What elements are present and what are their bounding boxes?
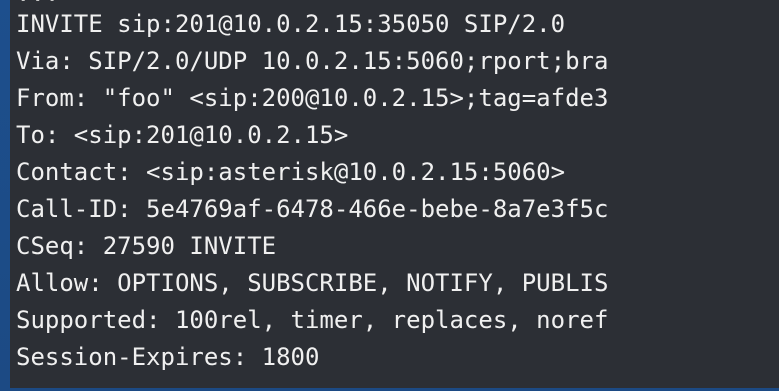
terminal-line: Allow: OPTIONS, SUBSCRIBE, NOTIFY, PUBLI…: [16, 269, 609, 297]
terminal-line-cut: ...: [16, 0, 59, 8]
terminal-line: CSeq: 27590 INVITE: [16, 232, 277, 260]
terminal-line: Session-Expires: 1800: [16, 343, 320, 371]
screen-frame: ... INVITE sip:201@10.0.2.15:35050 SIP/2…: [0, 0, 779, 391]
terminal-line: Via: SIP/2.0/UDP 10.0.2.15:5060;rport;br…: [16, 47, 609, 75]
terminal-line: Call-ID: 5e4769af-6478-466e-bebe-8a7e3f5…: [16, 195, 609, 223]
terminal-output: ... INVITE sip:201@10.0.2.15:35050 SIP/2…: [10, 0, 779, 388]
terminal-line: Supported: 100rel, timer, replaces, nore…: [16, 306, 609, 334]
terminal-line: INVITE sip:201@10.0.2.15:35050 SIP/2.0: [16, 10, 566, 38]
terminal-line: From: "foo" <sip:200@10.0.2.15>;tag=afde…: [16, 84, 609, 112]
terminal-line: To: <sip:201@10.0.2.15>: [16, 121, 349, 149]
terminal-line: Contact: <sip:asterisk@10.0.2.15:5060>: [16, 158, 566, 186]
